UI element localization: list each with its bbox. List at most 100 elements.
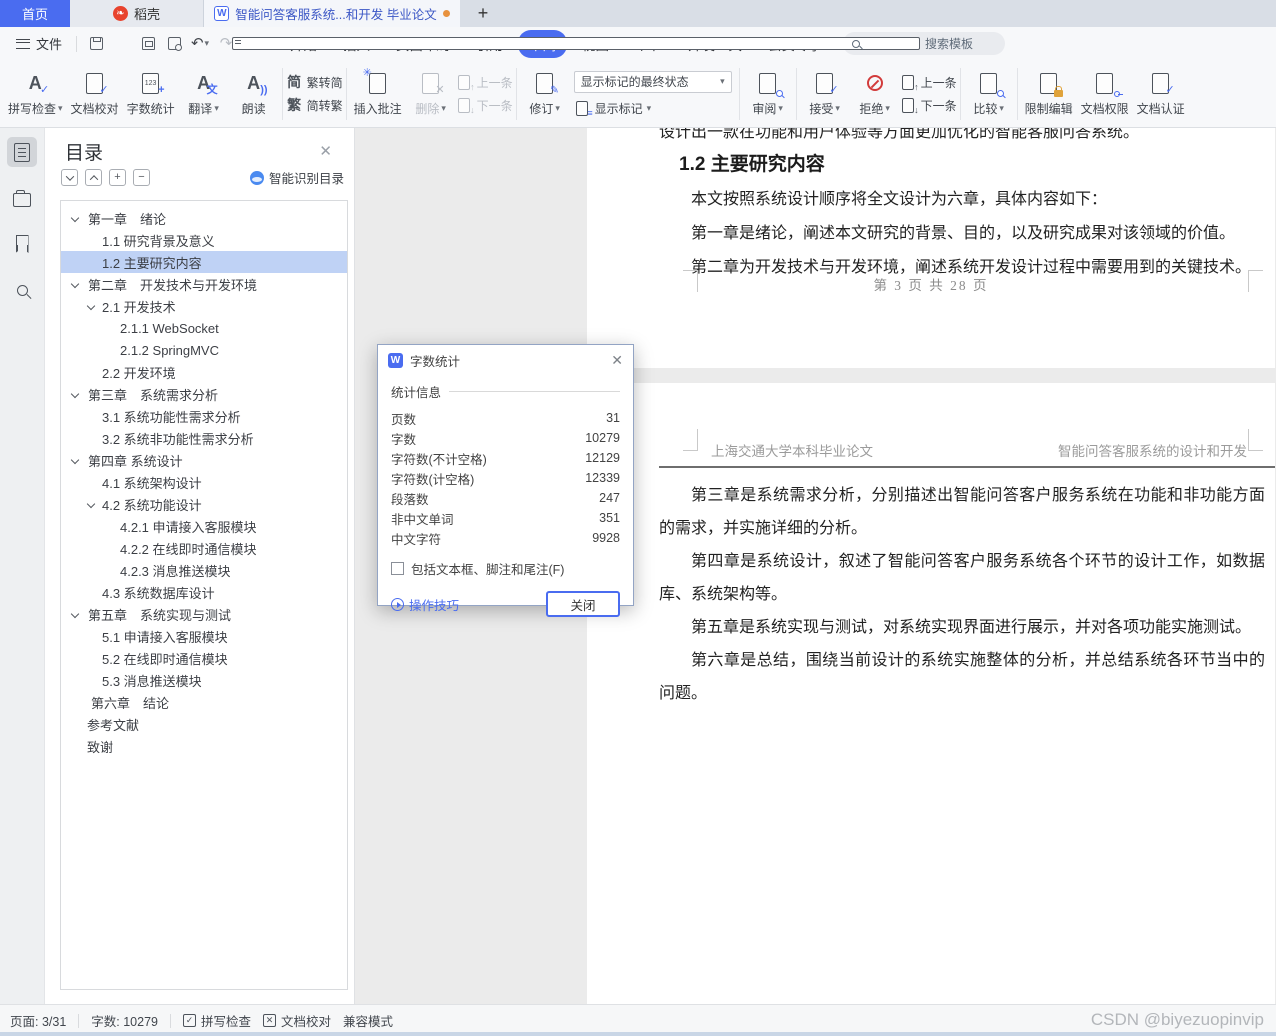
print-button[interactable]	[137, 33, 159, 55]
markup-state-select[interactable]: 显示标记的最终状态▾	[574, 71, 732, 93]
delete-comment-button[interactable]: ✕ 删除▾	[406, 63, 456, 125]
sidebar-tab-bookmarks[interactable]	[7, 229, 37, 259]
toc-item[interactable]: 4.2 系统功能设计	[61, 493, 347, 515]
include-footnotes-checkbox[interactable]: 包括文本框、脚注和尾注(F)	[391, 559, 620, 578]
toc-item[interactable]: 5.2 在线即时通信模块	[61, 647, 347, 669]
status-page[interactable]: 页面: 3/31	[10, 1011, 66, 1030]
toc-item[interactable]: 2.1.1 WebSocket	[61, 317, 347, 339]
toc-item[interactable]: 2.1.2 SpringMVC	[61, 339, 347, 361]
simp-to-trad-button[interactable]: 繁 简转繁	[286, 97, 343, 114]
toc-item[interactable]: 参考文献	[61, 713, 347, 735]
page3-paragraphs[interactable]: 本文按照系统设计顺序将全文设计为六章，具体内容如下：第一章是绪论，阐述本文研究的…	[659, 183, 1265, 285]
body-paragraph[interactable]: 本文按照系统设计顺序将全文设计为六章，具体内容如下：	[659, 183, 1265, 217]
toc-item[interactable]: 第六章 结论	[61, 691, 347, 713]
prev-change-button[interactable]: ↑ 上一条	[900, 74, 957, 91]
sidebar-tab-chapters[interactable]	[7, 183, 37, 213]
sidebar-tab-search[interactable]	[7, 275, 37, 305]
file-menu-button[interactable]: 文件	[8, 30, 70, 57]
collapse-level-button[interactable]: −	[133, 169, 150, 186]
toc-item[interactable]: 2.2 开发环境	[61, 361, 347, 383]
export-button[interactable]	[111, 33, 133, 55]
status-word-count[interactable]: 字数: 10279	[91, 1011, 158, 1030]
toc-item[interactable]: 4.3 系统数据库设计	[61, 581, 347, 603]
toc-item[interactable]: 5.1 申请接入客服模块	[61, 625, 347, 647]
chevron-down-icon[interactable]	[71, 610, 79, 618]
toc-item[interactable]: 3.2 系统非功能性需求分析	[61, 427, 347, 449]
word-count-button[interactable]: 123+ 字数统计	[123, 63, 179, 125]
sidebar-tab-outline[interactable]	[7, 137, 37, 167]
checkbox-icon[interactable]	[391, 562, 404, 575]
close-icon[interactable]: ✕	[319, 142, 332, 160]
toc-item[interactable]: 4.1 系统架构设计	[61, 471, 347, 493]
close-icon[interactable]: ✕	[611, 352, 623, 369]
next-change-button[interactable]: ↓ 下一条	[900, 97, 957, 114]
toc-item[interactable]: 5.3 消息推送模块	[61, 669, 347, 691]
body-paragraph[interactable]: 第一章是绪论，阐述本文研究的背景、目的，以及研究成果对该领域的价值。	[659, 217, 1265, 251]
compare-button[interactable]: 比较▾	[964, 63, 1014, 125]
dialog-titlebar[interactable]: W 字数统计 ✕	[378, 345, 633, 375]
tips-link[interactable]: 操作技巧	[391, 595, 459, 614]
insert-comment-button[interactable]: ✳ 插入批注	[350, 63, 406, 125]
toc-item[interactable]: 1.1 研究背景及意义	[61, 229, 347, 251]
toc-item[interactable]: 4.2.2 在线即时通信模块	[61, 537, 347, 559]
toc-item[interactable]: 4.2.3 消息推送模块	[61, 559, 347, 581]
track-changes-button[interactable]: ✏ 修订▾	[520, 63, 570, 125]
body-paragraph[interactable]: 第六章是总结，围绕当前设计的系统实施整体的分析，并总结系统各环节当中的问题。	[659, 644, 1265, 710]
page4-paragraphs[interactable]: 第三章是系统需求分析，分别描述出智能问答客户服务系统在功能和非功能方面的需求，并…	[659, 479, 1265, 710]
new-tab-button[interactable]: +	[460, 0, 506, 27]
prev-comment-button[interactable]: ↑ 上一条	[456, 74, 513, 91]
read-aloud-button[interactable]: A)) 朗读	[229, 63, 279, 125]
tab-docer[interactable]: ❧ 稻壳	[70, 0, 204, 27]
doc-auth-button[interactable]: ✓ 文档认证	[1133, 63, 1189, 125]
doc-permission-button[interactable]: 文档权限	[1077, 63, 1133, 125]
spellcheck-button[interactable]: A✓ 拼写检查▾	[4, 63, 67, 125]
status-proofread[interactable]: ✕ 文档校对	[263, 1011, 331, 1030]
toc-item[interactable]: 致谢	[61, 735, 347, 757]
body-paragraph[interactable]: 第三章是系统需求分析，分别描述出智能问答客户服务系统在功能和非功能方面的需求，并…	[659, 479, 1265, 545]
toc-item[interactable]: 2.1 开发技术	[61, 295, 347, 317]
chevron-down-icon[interactable]	[71, 214, 79, 222]
tab-document[interactable]: W 智能问答客服系统...和开发 毕业论文	[204, 0, 460, 27]
tab-home[interactable]: 首页	[0, 0, 70, 27]
delete-comment-icon: ✕	[418, 70, 444, 96]
clipped-text-line[interactable]: 设计出一款在功能和用户体验等方面更加优化的智能客服问答系统。	[659, 128, 1267, 142]
save-button[interactable]	[85, 33, 107, 55]
toc-item[interactable]: 1.2 主要研究内容	[61, 251, 347, 273]
restrict-edit-button[interactable]: 限制编辑	[1021, 63, 1077, 125]
toc-item[interactable]: 第二章 开发技术与开发环境	[61, 273, 347, 295]
translate-button[interactable]: A文 翻译▾	[179, 63, 229, 125]
close-button[interactable]: 关闭	[546, 591, 620, 617]
expand-level-button[interactable]: +	[109, 169, 126, 186]
toc-item[interactable]: 第一章 绪论	[61, 207, 347, 229]
toc-item[interactable]: 3.1 系统功能性需求分析	[61, 405, 347, 427]
next-comment-button[interactable]: ↓ 下一条	[456, 97, 513, 114]
body-paragraph[interactable]: 第五章是系统实现与测试，对系统实现界面进行展示，并对各项功能实施测试。	[659, 611, 1265, 644]
document-page-3[interactable]: 设计出一款在功能和用户体验等方面更加优化的智能客服问答系统。 1.2 主要研究内…	[587, 128, 1275, 368]
toc-item[interactable]: 第三章 系统需求分析	[61, 383, 347, 405]
section-heading[interactable]: 1.2 主要研究内容	[679, 149, 825, 176]
chevron-down-icon[interactable]	[71, 280, 79, 288]
toc-item[interactable]: 4.2.1 申请接入客服模块	[61, 515, 347, 537]
collapse-all-button[interactable]	[61, 169, 78, 186]
chevron-down-icon[interactable]	[87, 302, 95, 310]
smart-toc-button[interactable]: 智能识别目录	[250, 168, 344, 187]
trad-to-simp-button[interactable]: 简 繁转简	[286, 74, 343, 91]
document-page-4[interactable]: 上海交通大学本科毕业论文 智能问答客服系统的设计和开发 第三章是系统需求分析，分…	[587, 383, 1275, 1004]
chevron-down-icon[interactable]	[71, 456, 79, 464]
chevron-down-icon[interactable]	[87, 500, 95, 508]
search-icon	[17, 285, 28, 296]
toc-item[interactable]: 第四章 系统设计	[61, 449, 347, 471]
page-header-right: 智能问答客服系统的设计和开发	[1058, 440, 1247, 460]
undo-button[interactable]: ↶▾	[189, 33, 211, 55]
body-paragraph[interactable]: 第四章是系统设计，叙述了智能问答客户服务系统各个环节的设计工作，如数据库、系统架…	[659, 545, 1265, 611]
review-pane-button[interactable]: 审阅▾	[743, 63, 793, 125]
toc-item[interactable]: 第五章 系统实现与测试	[61, 603, 347, 625]
expand-all-button[interactable]	[85, 169, 102, 186]
accept-change-button[interactable]: ✓ 接受▾	[800, 63, 850, 125]
print-preview-button[interactable]	[163, 33, 185, 55]
show-markup-button[interactable]: ≡ 显示标记▾	[574, 100, 732, 117]
chevron-down-icon[interactable]	[71, 390, 79, 398]
doc-proofread-button[interactable]: ✓ 文档校对	[67, 63, 123, 125]
reject-change-button[interactable]: 拒绝▾	[850, 63, 900, 125]
status-spellcheck[interactable]: ✓ 拼写检查	[183, 1011, 251, 1030]
